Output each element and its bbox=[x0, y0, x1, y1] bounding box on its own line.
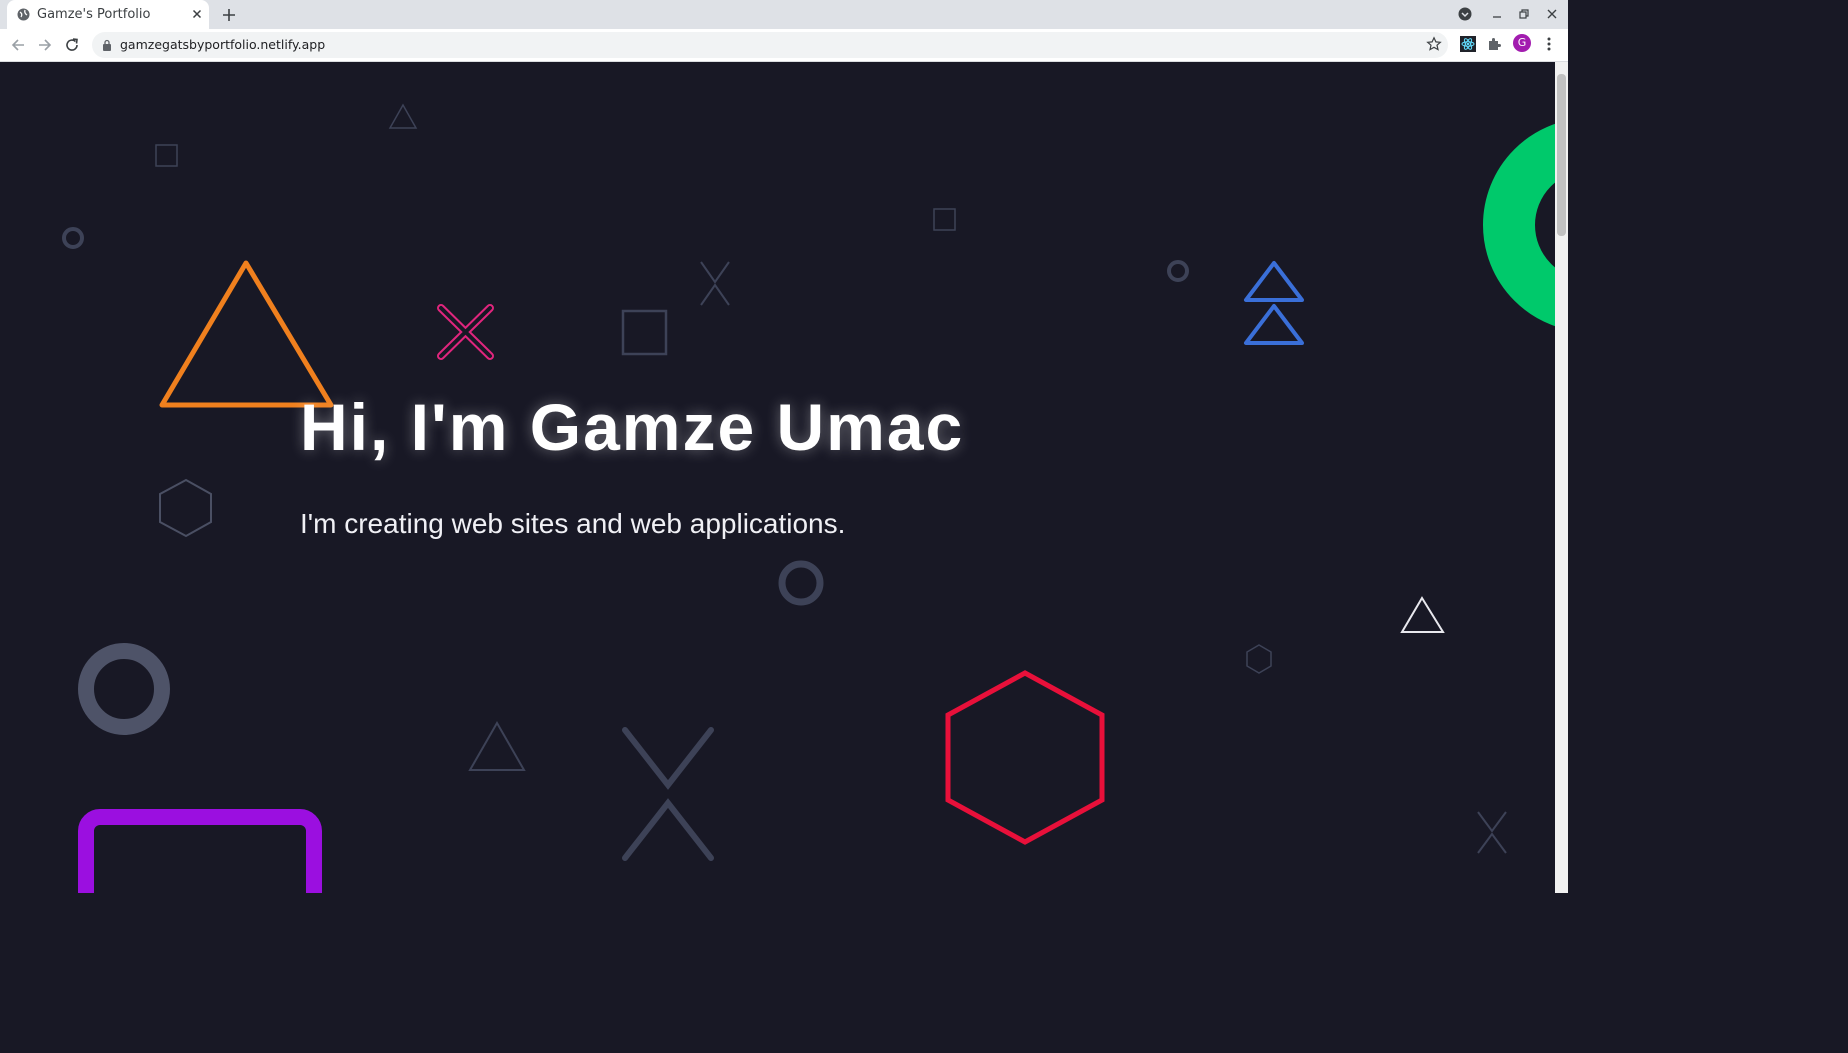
small-hexagon-outline bbox=[1246, 644, 1272, 674]
square-outline bbox=[621, 309, 668, 356]
hexagon-outline bbox=[159, 478, 212, 538]
profile-avatar[interactable]: G bbox=[1513, 34, 1531, 52]
more-menu-icon[interactable] bbox=[1541, 35, 1557, 53]
close-tab-icon[interactable] bbox=[189, 6, 205, 22]
large-x-chevrons bbox=[622, 727, 714, 861]
bookmark-star-icon[interactable] bbox=[1426, 36, 1442, 52]
small-triangle-outline bbox=[388, 103, 418, 129]
url-text[interactable]: gamzegatsbyportfolio.netlify.app bbox=[120, 37, 325, 52]
ring bbox=[778, 560, 824, 606]
large-ring bbox=[78, 643, 170, 735]
tab-title: Gamze's Portfolio bbox=[37, 7, 151, 22]
browser-toolbar: gamzegatsbyportfolio.netlify.app G bbox=[0, 29, 1568, 62]
minimize-icon[interactable] bbox=[1489, 6, 1505, 22]
small-x-chevrons bbox=[1477, 811, 1507, 854]
address-bar[interactable]: gamzegatsbyportfolio.netlify.app bbox=[92, 32, 1448, 58]
vertical-scrollbar[interactable] bbox=[1555, 62, 1568, 893]
pink-x-shape bbox=[437, 304, 494, 360]
browser-tab-bar: Gamze's Portfolio bbox=[0, 0, 1568, 29]
globe-icon bbox=[17, 8, 30, 21]
tab-search-icon[interactable] bbox=[1457, 6, 1473, 22]
restore-icon[interactable] bbox=[1516, 6, 1532, 22]
reload-icon[interactable] bbox=[63, 36, 81, 54]
hero-subtitle: I'm creating web sites and web applicati… bbox=[300, 508, 846, 539]
back-icon[interactable] bbox=[9, 36, 27, 54]
react-devtools-icon[interactable] bbox=[1459, 35, 1477, 53]
small-square-outline bbox=[933, 208, 956, 231]
blue-double-triangle bbox=[1244, 261, 1304, 345]
extensions-puzzle-icon[interactable] bbox=[1486, 35, 1504, 53]
red-hexagon bbox=[945, 670, 1105, 845]
new-tab-icon[interactable] bbox=[220, 6, 238, 24]
browser-tab[interactable]: Gamze's Portfolio bbox=[7, 0, 209, 29]
lock-icon[interactable] bbox=[102, 39, 112, 51]
green-ring bbox=[1483, 123, 1555, 327]
orange-triangle bbox=[159, 260, 334, 408]
close-window-icon[interactable] bbox=[1544, 6, 1560, 22]
small-ring bbox=[1167, 260, 1189, 282]
background-shapes bbox=[62, 103, 1555, 893]
small-x-chevrons bbox=[700, 261, 730, 306]
page-viewport: Hi, I'm Gamze Umac I'm creating web site… bbox=[0, 62, 1555, 893]
small-ring bbox=[62, 227, 84, 249]
small-square-outline bbox=[155, 144, 178, 167]
hero-title: Hi, I'm Gamze Umac bbox=[300, 390, 965, 464]
scrollbar-thumb[interactable] bbox=[1557, 74, 1566, 236]
white-triangle bbox=[1400, 596, 1445, 633]
triangle-outline bbox=[468, 720, 526, 771]
forward-icon[interactable] bbox=[36, 36, 54, 54]
purple-square bbox=[78, 809, 322, 893]
